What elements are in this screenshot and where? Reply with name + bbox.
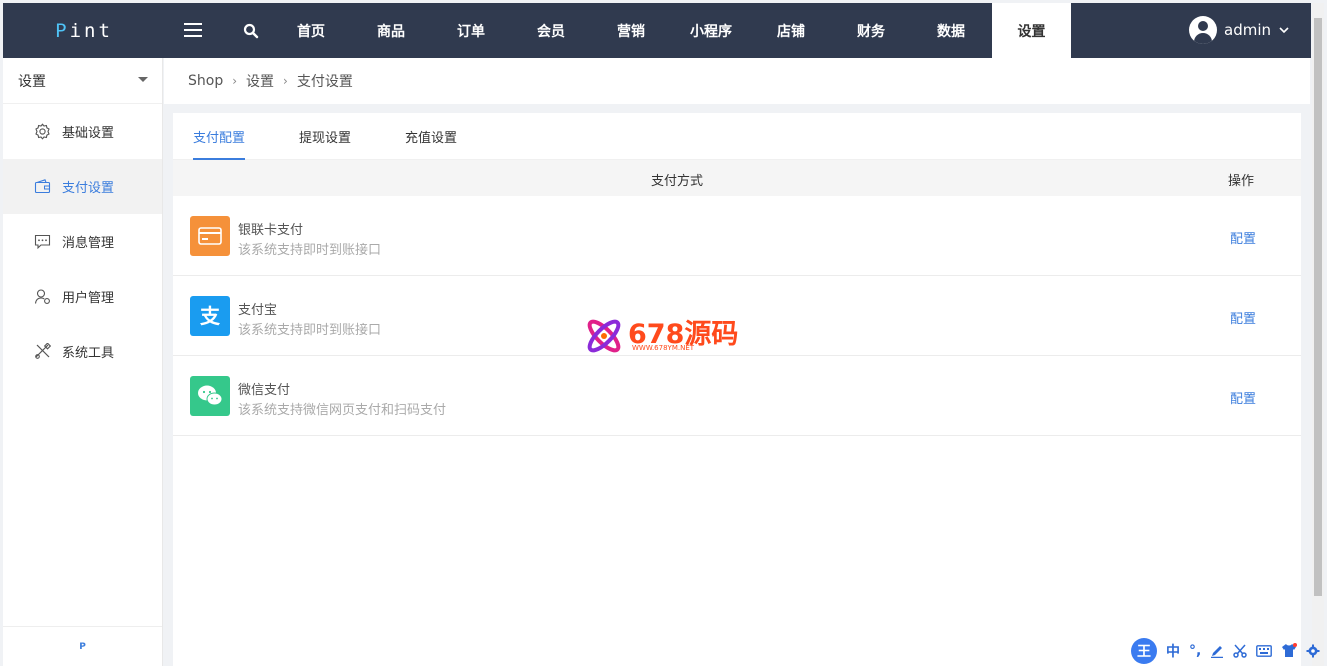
search-icon[interactable] bbox=[243, 23, 259, 39]
nav-item-members[interactable]: 会员 bbox=[515, 3, 587, 58]
breadcrumb-item-shop[interactable]: Shop bbox=[188, 73, 223, 89]
chevron-right-icon: › bbox=[232, 74, 238, 88]
nav-item-marketing[interactable]: 营销 bbox=[595, 3, 667, 58]
tools-icon bbox=[35, 343, 51, 359]
payment-name: 银联卡支付 bbox=[238, 223, 304, 238]
sidebar-item-label: 消息管理 bbox=[62, 236, 115, 251]
breadcrumb-item-settings[interactable]: 设置 bbox=[246, 71, 274, 91]
table-row: 微信支付 该系统支持微信网页支付和扫码支付 配置 bbox=[173, 356, 1301, 436]
nav-item-orders[interactable]: 订单 bbox=[435, 3, 507, 58]
sidebar-item-message-management[interactable]: 消息管理 bbox=[3, 214, 162, 269]
configure-button[interactable]: 配置 bbox=[1230, 308, 1256, 327]
column-header-action: 操作 bbox=[1227, 174, 1254, 189]
page-scrollbar[interactable] bbox=[1312, 3, 1324, 666]
punctuation-icon[interactable]: °, bbox=[1189, 643, 1201, 659]
table-row: 银联卡支付 该系统支持即时到账接口 配置 bbox=[173, 196, 1301, 276]
avatar bbox=[1189, 16, 1217, 44]
payment-description: 该系统支持微信网页支付和扫码支付 bbox=[238, 403, 447, 418]
tab-recharge-settings[interactable]: 充值设置 bbox=[405, 113, 457, 160]
ime-mode-toggle[interactable]: 中 bbox=[1166, 641, 1180, 661]
alipay-icon: 支 bbox=[190, 296, 230, 336]
user-icon bbox=[34, 289, 50, 304]
sidebar-item-label: 系统工具 bbox=[62, 346, 115, 361]
nav-item-store[interactable]: 店铺 bbox=[755, 3, 827, 58]
wechat-icon bbox=[190, 376, 230, 416]
top-navbar: Pint 首页 商品 订单 会员 营销 小程序 店铺 财务 数据 设置 admi… bbox=[3, 3, 1311, 58]
svg-text:支: 支 bbox=[200, 304, 221, 328]
app-logo[interactable]: Pint bbox=[3, 3, 165, 58]
tab-withdraw-settings[interactable]: 提现设置 bbox=[299, 113, 351, 160]
nav-item-settings[interactable]: 设置 bbox=[992, 3, 1071, 58]
table-header: 支付方式 操作 bbox=[173, 160, 1301, 196]
logo-prefix: P bbox=[55, 19, 70, 42]
watermark-url: WWW.678YM.NET bbox=[632, 344, 695, 352]
payment-description: 该系统支持即时到账接口 bbox=[238, 323, 382, 338]
sidebar-header[interactable]: 设置 bbox=[3, 58, 162, 104]
wallet-icon bbox=[34, 179, 51, 194]
sidebar-header-label: 设置 bbox=[18, 73, 46, 90]
payment-name: 支付宝 bbox=[238, 303, 278, 318]
configure-button[interactable]: 配置 bbox=[1230, 228, 1256, 247]
gear-icon bbox=[35, 123, 50, 140]
sidebar-item-system-tools[interactable]: 系统工具 bbox=[3, 324, 162, 379]
payment-name: 微信支付 bbox=[238, 383, 291, 398]
breadcrumb: Shop › 设置 › 支付设置 bbox=[164, 58, 1310, 104]
caret-down-icon bbox=[138, 77, 148, 82]
nav-item-goods[interactable]: 商品 bbox=[355, 3, 427, 58]
nav-item-home[interactable]: 首页 bbox=[275, 3, 347, 58]
sidebar-item-label: 基础设置 bbox=[62, 126, 115, 141]
atom-icon bbox=[587, 319, 621, 353]
sidebar: 设置 基础设置 支付设置 消息管理 用户管理 系统工具 P bbox=[3, 58, 163, 666]
sidebar-footer: P bbox=[3, 626, 162, 666]
sidebar-item-basic-settings[interactable]: 基础设置 bbox=[3, 104, 162, 159]
configure-button[interactable]: 配置 bbox=[1230, 388, 1256, 407]
pen-icon[interactable] bbox=[1210, 644, 1224, 658]
tab-bar: 支付配置 提现设置 充值设置 bbox=[173, 113, 1301, 160]
card-icon bbox=[190, 216, 230, 256]
watermark-logo: 678源码 WWW.678YM.NET bbox=[582, 312, 752, 360]
nav-item-miniapp[interactable]: 小程序 bbox=[675, 3, 747, 58]
nav-item-finance[interactable]: 财务 bbox=[835, 3, 907, 58]
user-menu[interactable]: admin bbox=[1189, 16, 1289, 44]
ime-toolbar: 王 中 °, bbox=[1131, 635, 1327, 666]
sidebar-item-user-management[interactable]: 用户管理 bbox=[3, 269, 162, 324]
tab-payment-config[interactable]: 支付配置 bbox=[193, 113, 246, 160]
breadcrumb-item-payment: 支付设置 bbox=[296, 74, 353, 90]
scissors-icon[interactable] bbox=[1233, 644, 1248, 658]
payment-description: 该系统支持即时到账接口 bbox=[238, 243, 382, 258]
scrollbar-thumb[interactable] bbox=[1314, 18, 1322, 596]
chevron-right-icon: › bbox=[283, 74, 288, 88]
settings-gear-icon[interactable] bbox=[1306, 644, 1320, 658]
keyboard-icon[interactable] bbox=[1256, 644, 1273, 657]
username: admin bbox=[1224, 21, 1271, 39]
sidebar-item-label: 支付设置 bbox=[62, 181, 115, 196]
logo-text: int bbox=[69, 19, 113, 42]
message-icon bbox=[34, 234, 51, 250]
nav-item-data[interactable]: 数据 bbox=[915, 3, 987, 58]
menu-toggle-icon[interactable] bbox=[184, 23, 202, 37]
chevron-down-icon bbox=[1279, 24, 1289, 37]
sidebar-item-payment-settings[interactable]: 支付设置 bbox=[3, 159, 162, 214]
shirt-icon[interactable] bbox=[1281, 643, 1298, 658]
ime-logo[interactable]: 王 bbox=[1131, 637, 1157, 664]
column-header-payment-method: 支付方式 bbox=[650, 174, 703, 189]
main-panel: 支付配置 提现设置 充值设置 支付方式 操作 银联卡支付 该系统支持即时到账接口… bbox=[173, 113, 1301, 666]
sidebar-item-label: 用户管理 bbox=[62, 291, 115, 306]
